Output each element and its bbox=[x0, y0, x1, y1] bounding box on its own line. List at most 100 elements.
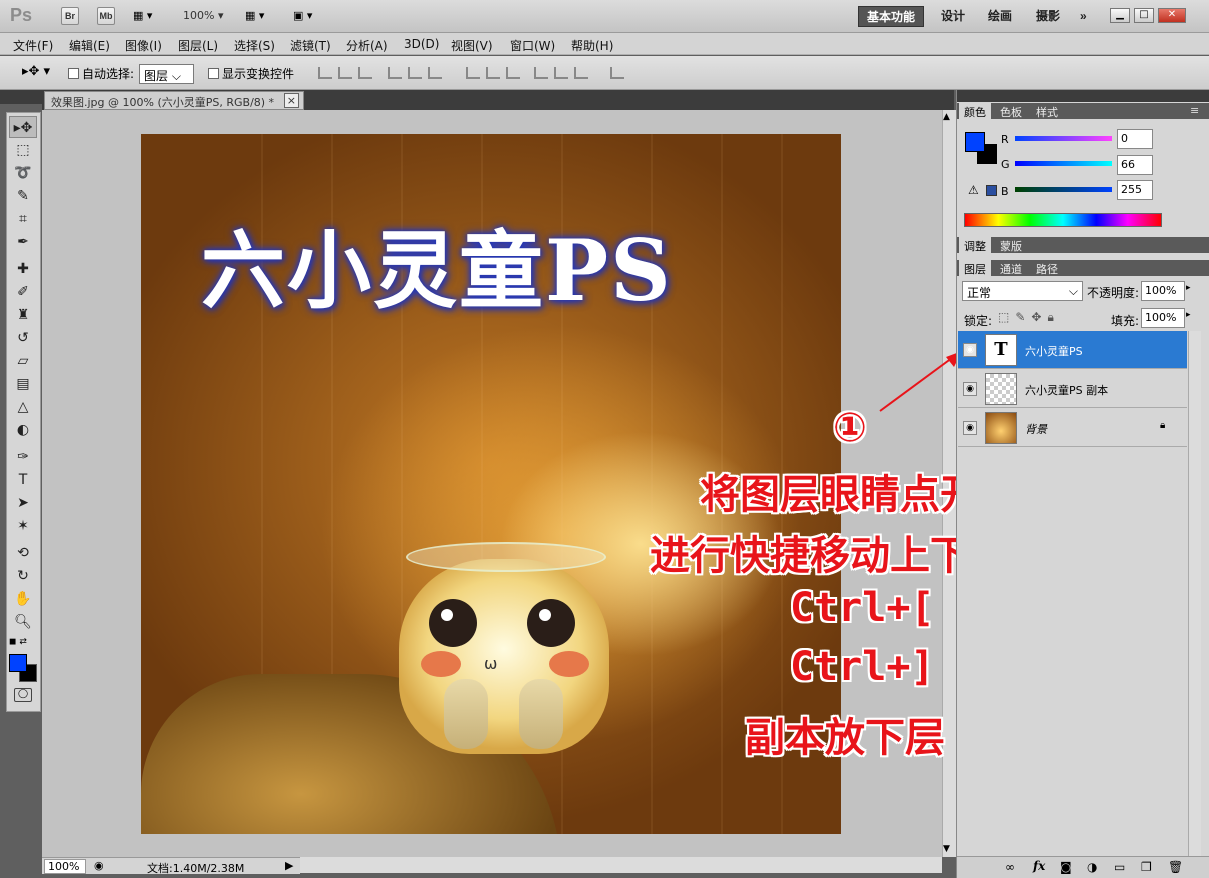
layer-name[interactable]: 六小灵童PS bbox=[1025, 343, 1083, 359]
scroll-down-icon[interactable]: ▼ bbox=[943, 844, 950, 854]
workspace-design[interactable]: 设计 bbox=[933, 6, 973, 27]
clone-stamp-tool-icon[interactable]: ♜ bbox=[9, 304, 37, 326]
shape-tool-icon[interactable]: ✶ bbox=[9, 515, 37, 537]
tab-color[interactable]: 颜色 bbox=[959, 103, 991, 119]
menu-filter[interactable]: 滤镜(T) bbox=[290, 37, 331, 54]
dodge-tool-icon[interactable]: ◐ bbox=[9, 419, 37, 441]
menu-3d[interactable]: 3D(D) bbox=[404, 37, 439, 51]
tab-styles[interactable]: 样式 bbox=[1031, 103, 1063, 119]
menu-view[interactable]: 视图(V) bbox=[451, 37, 493, 54]
workspace-essentials[interactable]: 基本功能 bbox=[858, 6, 925, 27]
fill-arrow-icon[interactable]: ▸ bbox=[1186, 310, 1191, 320]
align-bottom-icon[interactable] bbox=[358, 67, 372, 79]
arrange-documents-dropdown[interactable]: ▦ ▾ bbox=[245, 9, 264, 22]
document-tab[interactable]: 效果图.jpg @ 100% (六小灵童PS, RGB/8) * × bbox=[44, 91, 304, 110]
lasso-tool-icon[interactable]: ➰ bbox=[9, 162, 37, 184]
mini-bridge-button[interactable]: Mb bbox=[97, 7, 115, 25]
history-brush-tool-icon[interactable]: ↺ bbox=[9, 327, 37, 349]
b-value-input[interactable]: 255 bbox=[1117, 180, 1153, 200]
layers-scrollbar[interactable] bbox=[1188, 331, 1201, 856]
menu-layer[interactable]: 图层(L) bbox=[178, 37, 218, 54]
menu-file[interactable]: 文件(F) bbox=[13, 37, 53, 54]
distribute-left-icon[interactable] bbox=[534, 67, 548, 79]
marquee-tool-icon[interactable]: ⬚ bbox=[9, 139, 37, 161]
adjustment-icon[interactable]: ◑ bbox=[1087, 860, 1097, 874]
b-slider[interactable] bbox=[1015, 187, 1112, 192]
close-window-button[interactable]: ✕ bbox=[1158, 8, 1186, 23]
foreground-color-swatch[interactable] bbox=[9, 654, 27, 672]
align-hcenter-icon[interactable] bbox=[408, 67, 422, 79]
quick-select-tool-icon[interactable]: ✎ bbox=[9, 185, 37, 207]
brush-tool-icon[interactable]: ✐ bbox=[9, 281, 37, 303]
r-slider[interactable] bbox=[1015, 136, 1112, 141]
crop-tool-icon[interactable]: ⌗ bbox=[9, 208, 37, 230]
visibility-eye-icon[interactable]: ◉ bbox=[963, 382, 977, 396]
view-extras-dropdown[interactable]: ▦ ▾ bbox=[133, 9, 163, 25]
align-left-icon[interactable] bbox=[388, 67, 402, 79]
auto-align-layers-icon[interactable] bbox=[610, 67, 624, 79]
gradient-tool-icon[interactable]: ▤ bbox=[9, 373, 37, 395]
type-tool-icon[interactable]: T bbox=[9, 469, 37, 491]
tab-paths[interactable]: 路径 bbox=[1031, 260, 1063, 276]
scroll-up-icon[interactable]: ▲ bbox=[943, 112, 950, 122]
group-icon[interactable]: ▭ bbox=[1114, 860, 1125, 874]
tab-swatches[interactable]: 色板 bbox=[995, 103, 1027, 119]
quick-mask-icon[interactable]: ◯ bbox=[14, 688, 32, 702]
more-workspaces-button[interactable]: » bbox=[1072, 6, 1095, 27]
menu-analysis[interactable]: 分析(A) bbox=[346, 37, 388, 54]
healing-brush-tool-icon[interactable]: ✚ bbox=[9, 258, 37, 280]
tab-masks[interactable]: 蒙版 bbox=[995, 237, 1027, 253]
tab-adjustments[interactable]: 调整 bbox=[959, 237, 991, 253]
opacity-input[interactable]: 100% bbox=[1141, 281, 1185, 301]
3d-rotate-tool-icon[interactable]: ⟲ bbox=[9, 542, 37, 564]
panel-menu-icon[interactable]: ≡ bbox=[1185, 103, 1204, 119]
fx-icon[interactable]: fx bbox=[1033, 859, 1045, 873]
distribute-top-icon[interactable] bbox=[466, 67, 480, 79]
menu-image[interactable]: 图像(I) bbox=[125, 37, 162, 54]
maximize-button[interactable]: □ bbox=[1134, 8, 1154, 23]
tab-layers[interactable]: 图层 bbox=[959, 260, 991, 276]
fill-input[interactable]: 100% bbox=[1141, 308, 1185, 328]
distribute-vcenter-icon[interactable] bbox=[486, 67, 500, 79]
close-tab-icon[interactable]: × bbox=[283, 93, 299, 108]
auto-select-target-dropdown[interactable]: 图层 ⌵ bbox=[139, 64, 194, 84]
eyedropper-tool-icon[interactable]: ✒ bbox=[9, 231, 37, 253]
pen-tool-icon[interactable]: ✑ bbox=[9, 446, 37, 468]
auto-select-checkbox[interactable]: 自动选择: bbox=[68, 65, 134, 82]
path-selection-tool-icon[interactable]: ➤ bbox=[9, 492, 37, 514]
distribute-right-icon[interactable] bbox=[574, 67, 588, 79]
gamut-warning-icon[interactable]: ⚠ bbox=[968, 183, 979, 197]
align-vcenter-icon[interactable] bbox=[338, 67, 352, 79]
minimize-button[interactable]: ▁ bbox=[1110, 8, 1130, 23]
blend-mode-dropdown[interactable]: 正常 ⌵ bbox=[962, 281, 1083, 301]
3d-orbit-tool-icon[interactable]: ↻ bbox=[9, 565, 37, 587]
menu-window[interactable]: 窗口(W) bbox=[510, 37, 555, 54]
menu-help[interactable]: 帮助(H) bbox=[571, 37, 613, 54]
distribute-hcenter-icon[interactable] bbox=[554, 67, 568, 79]
g-value-input[interactable]: 66 bbox=[1117, 155, 1153, 175]
horizontal-scrollbar[interactable] bbox=[300, 857, 942, 873]
link-icon[interactable]: ∞ bbox=[1005, 860, 1015, 874]
zoom-tool-icon[interactable]: 🔍︎ bbox=[9, 611, 37, 633]
websafe-color-swatch[interactable] bbox=[986, 185, 997, 196]
visibility-eye-icon[interactable]: ◉ bbox=[963, 343, 977, 357]
menu-select[interactable]: 选择(S) bbox=[234, 37, 275, 54]
r-value-input[interactable]: 0 bbox=[1117, 129, 1153, 149]
layer-row[interactable]: ◉ 六小灵童PS 副本 bbox=[958, 370, 1187, 408]
distribute-bottom-icon[interactable] bbox=[506, 67, 520, 79]
workspace-painting[interactable]: 绘画 bbox=[980, 6, 1020, 27]
default-colors-icon[interactable]: ◼ ⇄ bbox=[9, 637, 27, 647]
layer-name[interactable]: 六小灵童PS 副本 bbox=[1025, 382, 1108, 398]
show-transform-controls-checkbox[interactable]: 显示变换控件 bbox=[208, 65, 294, 82]
eraser-tool-icon[interactable]: ▱ bbox=[9, 350, 37, 372]
align-right-icon[interactable] bbox=[428, 67, 442, 79]
tab-channels[interactable]: 通道 bbox=[995, 260, 1027, 276]
lock-icons[interactable]: ⬚✎✥🔒︎ bbox=[998, 310, 1060, 325]
trash-icon[interactable]: 🗑︎ bbox=[1168, 860, 1183, 874]
status-options-icon[interactable]: ◉ bbox=[94, 859, 104, 872]
menu-edit[interactable]: 编辑(E) bbox=[69, 37, 110, 54]
hand-tool-icon[interactable]: ✋ bbox=[9, 588, 37, 610]
bridge-button[interactable]: Br bbox=[61, 7, 79, 25]
color-spectrum-bar[interactable] bbox=[964, 213, 1162, 227]
fg-color-swatch[interactable] bbox=[965, 132, 985, 152]
